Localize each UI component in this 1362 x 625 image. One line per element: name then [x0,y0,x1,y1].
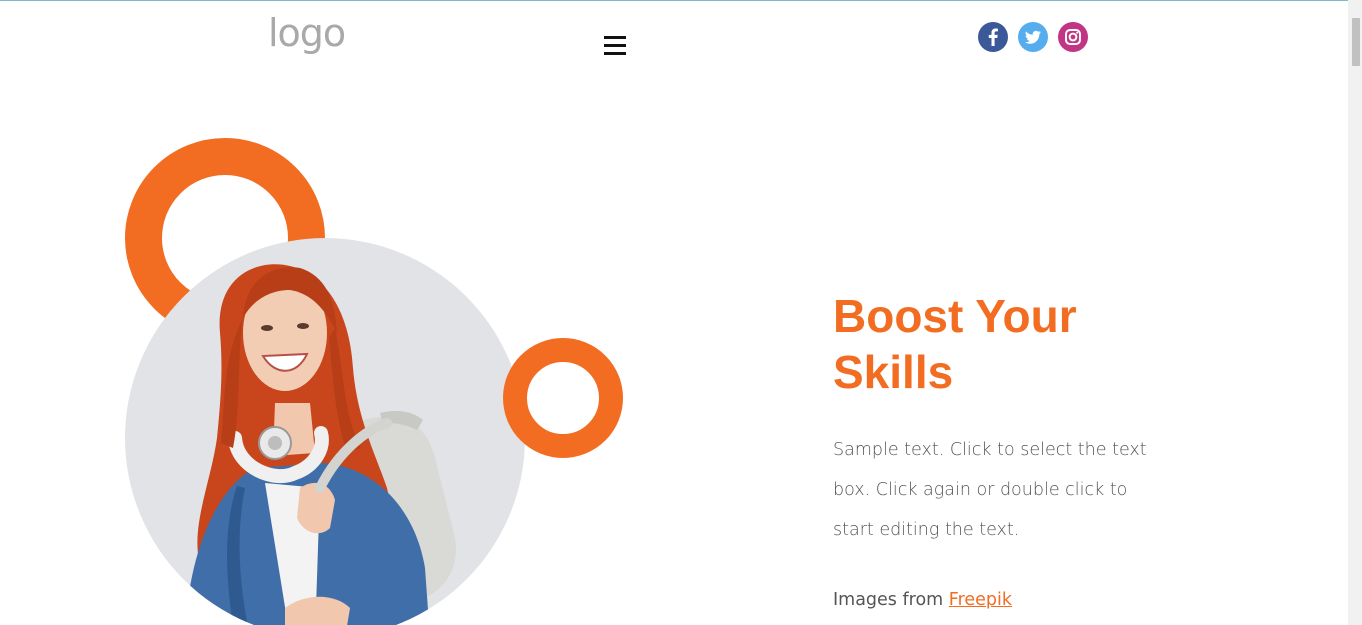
hero-body-text[interactable]: Sample text. Click to select the text bo… [833,430,1153,550]
hamburger-menu-icon-bar [604,43,626,47]
vertical-scrollbar-thumb[interactable] [1352,18,1360,66]
hero-title: Boost Your Skills [833,290,1077,398]
instagram-link[interactable] [1058,22,1088,52]
hero-photo [125,238,525,625]
hamburger-menu-button[interactable] [594,26,636,64]
top-border-line [0,0,1362,1]
twitter-icon [1018,22,1048,52]
student-illustration [185,264,456,625]
logo[interactable]: logo [268,14,346,52]
hamburger-menu-icon-bar [604,35,626,39]
vertical-scrollbar-track[interactable] [1348,0,1362,625]
page: logo Boost Your Skills Sample text. Clic… [0,0,1362,625]
social-icons [978,22,1088,52]
instagram-icon [1058,22,1088,52]
freepik-link[interactable]: Freepik [949,590,1012,610]
image-credit: Images from Freepik [833,586,1012,614]
facebook-link[interactable] [978,22,1008,52]
credit-prefix: Images from [833,590,949,610]
facebook-icon [978,22,1008,52]
decorative-ring-small [503,338,623,458]
twitter-link[interactable] [1018,22,1048,52]
hamburger-menu-icon-bar [604,51,626,55]
